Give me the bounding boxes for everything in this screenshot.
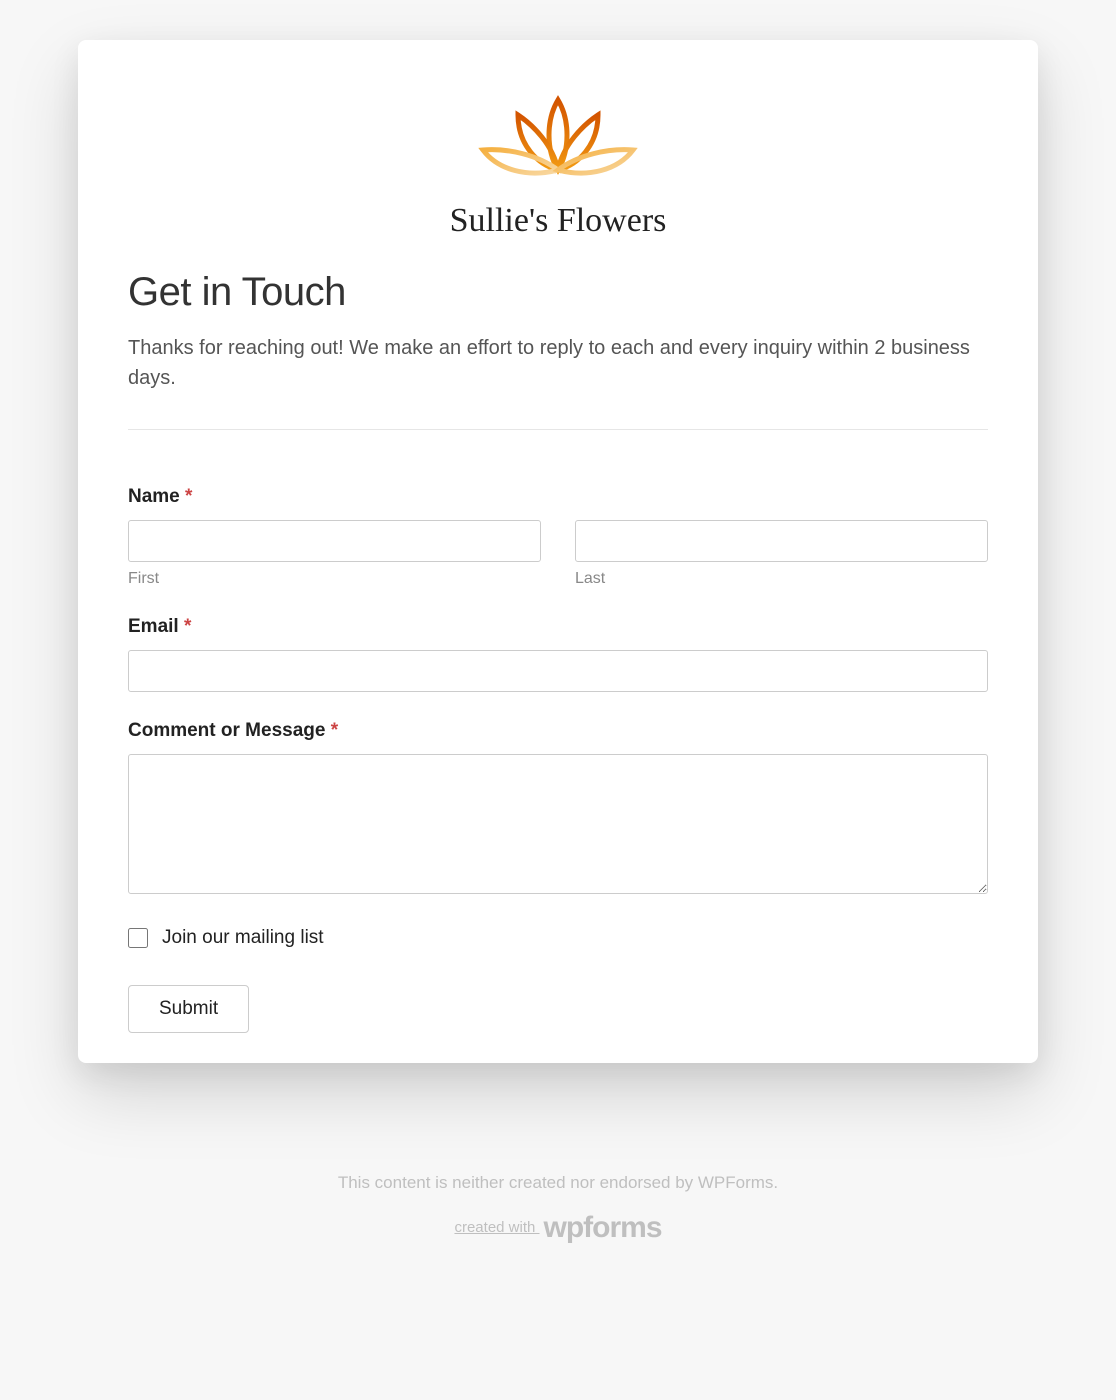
required-asterisk: * — [331, 720, 338, 741]
first-name-sublabel: First — [128, 570, 541, 588]
footer-created: created with wpforms — [0, 1211, 1116, 1245]
page-title: Get in Touch — [128, 270, 988, 315]
last-name-input[interactable] — [575, 520, 988, 562]
footer: This content is neither created nor endo… — [0, 1173, 1116, 1245]
name-label: Name * — [128, 486, 988, 508]
created-with-link[interactable]: created with — [454, 1219, 539, 1236]
lotus-icon — [458, 90, 658, 190]
first-name-input[interactable] — [128, 520, 541, 562]
message-label-text: Comment or Message — [128, 720, 325, 741]
brand-block: Sullie's Flowers — [128, 90, 988, 240]
required-asterisk: * — [185, 486, 192, 507]
divider — [128, 429, 988, 430]
wpforms-logo: wpforms — [544, 1211, 662, 1244]
intro-text: Thanks for reaching out! We make an effo… — [128, 333, 988, 393]
footer-disclaimer: This content is neither created nor endo… — [0, 1173, 1116, 1193]
mailing-list-row: Join our mailing list — [128, 927, 988, 949]
form-card: Sullie's Flowers Get in Touch Thanks for… — [78, 40, 1038, 1063]
email-field-group: Email * — [128, 616, 988, 692]
email-label: Email * — [128, 616, 988, 638]
submit-button[interactable]: Submit — [128, 985, 249, 1033]
email-input[interactable] — [128, 650, 988, 692]
last-name-sublabel: Last — [575, 570, 988, 588]
name-field-group: Name * First Last — [128, 486, 988, 588]
required-asterisk: * — [184, 616, 191, 637]
email-label-text: Email — [128, 616, 179, 637]
brand-name: Sullie's Flowers — [128, 202, 988, 240]
message-field-group: Comment or Message * — [128, 720, 988, 899]
mailing-list-checkbox[interactable] — [128, 928, 148, 948]
message-label: Comment or Message * — [128, 720, 988, 742]
mailing-list-label: Join our mailing list — [162, 927, 324, 949]
message-textarea[interactable] — [128, 754, 988, 894]
name-label-text: Name — [128, 486, 180, 507]
